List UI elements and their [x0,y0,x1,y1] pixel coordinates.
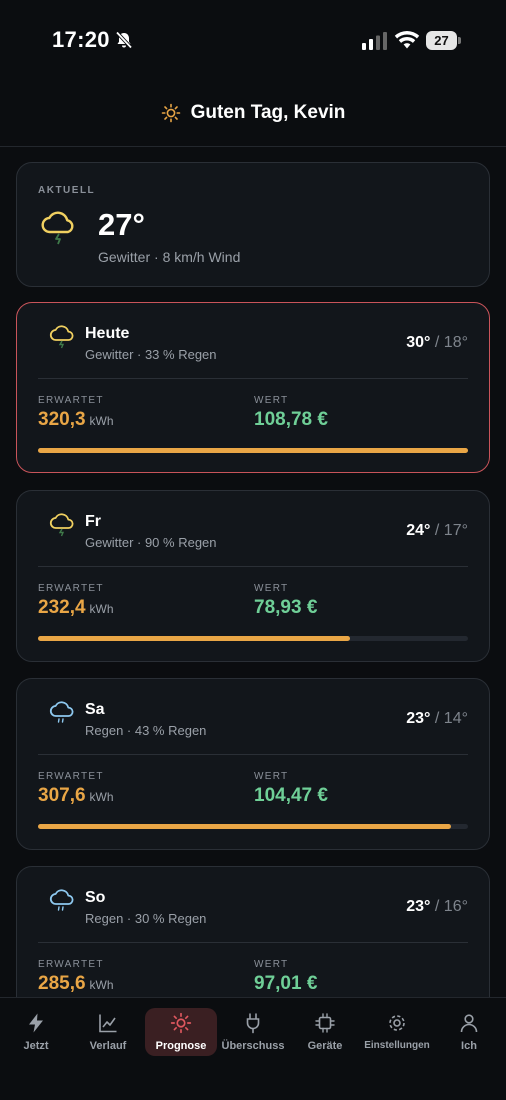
divider [38,566,468,567]
temp-low: / 14° [434,710,468,727]
nav-item-prognose[interactable]: Prognose [145,1008,217,1056]
expected-label: ERWARTET [38,395,104,406]
nav-item-geraete[interactable]: Geräte [289,1008,361,1056]
current-description: Gewitter · 8 km/h Wind [98,249,241,265]
battery-indicator: 27 [426,31,461,50]
current-label: AKTUELL [38,185,96,196]
nav-item-ich[interactable]: Ich [433,1008,505,1056]
energy-value: 285,6 [38,973,86,994]
divider [38,942,468,943]
nav-item-jetzt[interactable]: Jetzt [0,1008,72,1056]
thunderstorm-icon [49,325,74,349]
expected-label: ERWARTET [38,583,104,594]
value-amount: 78,93 € [254,597,318,618]
value-label: WERT [254,583,289,594]
nav-item-einstellungen[interactable]: Einstellungen [361,1008,433,1056]
value-label: WERT [254,771,289,782]
day-description: Regen · 30 % Regen [85,911,207,926]
nav-label: Verlauf [89,1040,127,1052]
nav-label: Jetzt [23,1040,49,1052]
energy-unit: kWh [89,414,114,428]
app-header: Guten Tag, Kevin [0,92,506,134]
yield-progress-fill [38,636,351,641]
wifi-icon [394,30,420,49]
nav-label: Geräte [307,1040,343,1052]
day-name: Heute [85,325,130,342]
day-temperatures: 23° / 16° [406,898,468,916]
status-bar: 17:20 27 [0,0,506,80]
signal-icon [362,32,387,50]
yield-progress-fill [38,448,468,453]
day-description: Gewitter · 90 % Regen [85,535,217,550]
energy-value: 307,6 [38,785,86,806]
nav-label: Überschuss [221,1040,285,1052]
value-label: WERT [254,395,289,406]
thunderstorm-icon [49,513,74,537]
expected-energy: 232,4 kWh [38,597,114,619]
expected-label: ERWARTET [38,959,104,970]
energy-value: 232,4 [38,597,86,618]
rain-icon [49,701,74,723]
value-amount: 97,01 € [254,973,318,994]
temp-high: 24° [406,522,431,539]
day-temperatures: 30° / 18° [406,334,468,352]
plug-icon [246,1013,260,1034]
temp-high: 23° [406,898,431,915]
temp-high: 23° [406,710,431,727]
bell-muted-icon [115,31,133,49]
greeting-title: Guten Tag, Kevin [190,102,346,123]
energy-unit: kWh [89,978,114,992]
gear-icon [389,1015,405,1031]
yield-progress-bar [38,824,468,829]
forecast-card-heute[interactable]: Heute Gewitter · 33 % Regen 30° / 18° ER… [16,302,490,473]
divider [38,378,468,379]
value-amount: 108,78 € [254,409,328,430]
temp-high: 30° [406,334,431,351]
energy-unit: kWh [89,602,114,616]
energy-value: 320,3 [38,409,86,430]
day-description: Gewitter · 33 % Regen [85,347,217,362]
bolt-icon [29,1013,43,1033]
energy-unit: kWh [89,790,114,804]
temp-low: / 17° [434,522,468,539]
nav-item-ueberschuss[interactable]: Überschuss [217,1008,289,1056]
expected-energy: 285,6 kWh [38,973,114,995]
day-name: So [85,889,106,906]
forecast-card-fr[interactable]: Fr Gewitter · 90 % Regen 24° / 17° ERWAR… [16,490,490,662]
sun-icon [170,1012,192,1034]
chip-icon [315,1013,335,1033]
expected-label: ERWARTET [38,771,104,782]
nav-label: Einstellungen [364,1040,430,1051]
temp-low: / 16° [434,898,468,915]
header-divider [0,146,506,147]
current-temperature: 27° [98,207,145,242]
thunderstorm-icon [41,211,74,245]
expected-energy: 307,6 kWh [38,785,114,807]
yield-progress-bar [38,636,468,641]
current-weather-card: AKTUELL 27° Gewitter · 8 km/h Wind [16,162,490,287]
temp-low: / 18° [434,334,468,351]
day-name: Sa [85,701,105,718]
status-time: 17:20 [52,27,110,52]
sun-icon [161,103,180,123]
nav-label: Ich [461,1040,477,1052]
person-icon [460,1014,478,1033]
day-temperatures: 24° / 17° [406,522,468,540]
forecast-card-sa[interactable]: Sa Regen · 43 % Regen 23° / 14° ERWARTET… [16,678,490,850]
nav-item-verlauf[interactable]: Verlauf [72,1008,144,1056]
value-label: WERT [254,959,289,970]
value-amount: 104,47 € [254,785,328,806]
expected-energy: 320,3 kWh [38,409,114,431]
day-temperatures: 23° / 14° [406,710,468,728]
day-name: Fr [85,513,101,530]
rain-icon [49,889,74,911]
bottom-navigation: Jetzt Verlauf Prognose Überschuss Geräte… [0,997,506,1100]
chart-icon [99,1014,117,1033]
battery-level: 27 [426,31,457,50]
nav-label: Prognose [155,1040,207,1052]
divider [38,754,468,755]
yield-progress-bar [38,448,468,453]
day-description: Regen · 43 % Regen [85,723,207,738]
yield-progress-fill [38,824,451,829]
